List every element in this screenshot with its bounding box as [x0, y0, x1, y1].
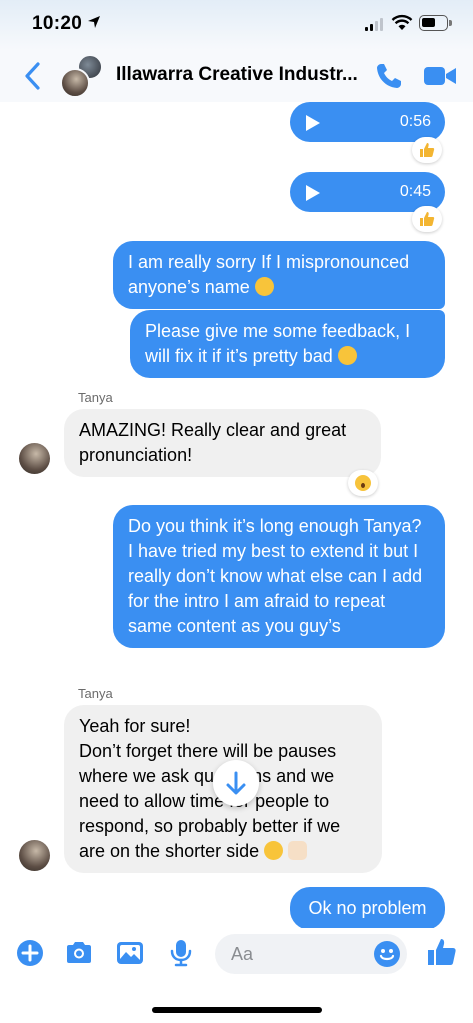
message-text: AMAZING! Really clear and great pronunci… [79, 420, 347, 465]
cell-signal-icon [365, 18, 383, 31]
location-arrow-icon [88, 16, 100, 28]
sender-name: Tanya [78, 686, 113, 701]
avatar[interactable] [19, 443, 50, 474]
message-text: Yeah for sure! [79, 716, 191, 736]
camera-icon[interactable] [64, 938, 94, 968]
voice-duration: 0:56 [399, 113, 431, 130]
sender-name: Tanya [78, 390, 113, 405]
composer-bar [0, 928, 473, 980]
microphone-icon[interactable] [166, 938, 196, 968]
outgoing-message[interactable]: Ok no problem [290, 887, 445, 930]
outgoing-message[interactable]: Please give me some feedback, I will fix… [130, 310, 445, 378]
emoji-smile-icon[interactable] [373, 940, 401, 968]
status-time: 10:20 [32, 13, 83, 34]
outgoing-message[interactable]: Do you think it’s long enough Tanya? I h… [113, 505, 445, 648]
message-input[interactable] [231, 944, 371, 964]
battery-cap [449, 20, 452, 26]
video-call-icon[interactable] [423, 64, 457, 88]
wifi-icon [391, 14, 413, 30]
thumbs-up-icon [420, 212, 435, 226]
home-indicator [152, 1007, 322, 1013]
crying-face-icon [254, 277, 274, 296]
thumbs-up-icon [288, 841, 308, 860]
play-icon[interactable] [306, 185, 320, 201]
message-text: Please give me some feedback, I will fix… [145, 321, 411, 366]
message-text: Do you think it’s long enough Tanya? I h… [128, 516, 423, 636]
message-text: Ok no problem [308, 898, 427, 918]
status-bar: 10:20 [0, 0, 473, 50]
phone-call-icon[interactable] [375, 62, 403, 90]
voice-duration: 0:45 [399, 183, 431, 200]
voice-message[interactable]: 0:56 [290, 102, 445, 142]
play-icon[interactable] [306, 115, 320, 131]
group-avatar[interactable] [60, 54, 104, 98]
surprised-face-icon [355, 475, 371, 491]
avatar[interactable] [19, 840, 50, 871]
plus-circle-icon[interactable] [15, 938, 45, 968]
incoming-message[interactable]: AMAZING! Really clear and great pronunci… [64, 409, 381, 477]
arrow-down-icon [226, 771, 246, 795]
astonished-face-icon [337, 346, 357, 365]
grinning-face-icon [264, 841, 284, 860]
battery-icon [419, 15, 448, 31]
reaction-badge[interactable] [348, 470, 378, 496]
conversation-title[interactable]: Illawarra Creative Industr... [116, 64, 366, 86]
thumbs-up-send-icon[interactable] [426, 936, 458, 968]
reaction-badge[interactable] [412, 137, 442, 163]
avatar [60, 68, 90, 98]
message-input-pill[interactable] [215, 934, 407, 974]
conversation-header: Illawarra Creative Industr... [0, 50, 473, 102]
outgoing-message[interactable]: I am really sorry If I mispronounced any… [113, 241, 445, 309]
back-chevron-icon[interactable] [22, 61, 44, 91]
gallery-icon[interactable] [115, 938, 145, 968]
reaction-badge[interactable] [412, 206, 442, 232]
scroll-to-bottom-button[interactable] [213, 760, 259, 806]
thumbs-up-icon [420, 143, 435, 157]
